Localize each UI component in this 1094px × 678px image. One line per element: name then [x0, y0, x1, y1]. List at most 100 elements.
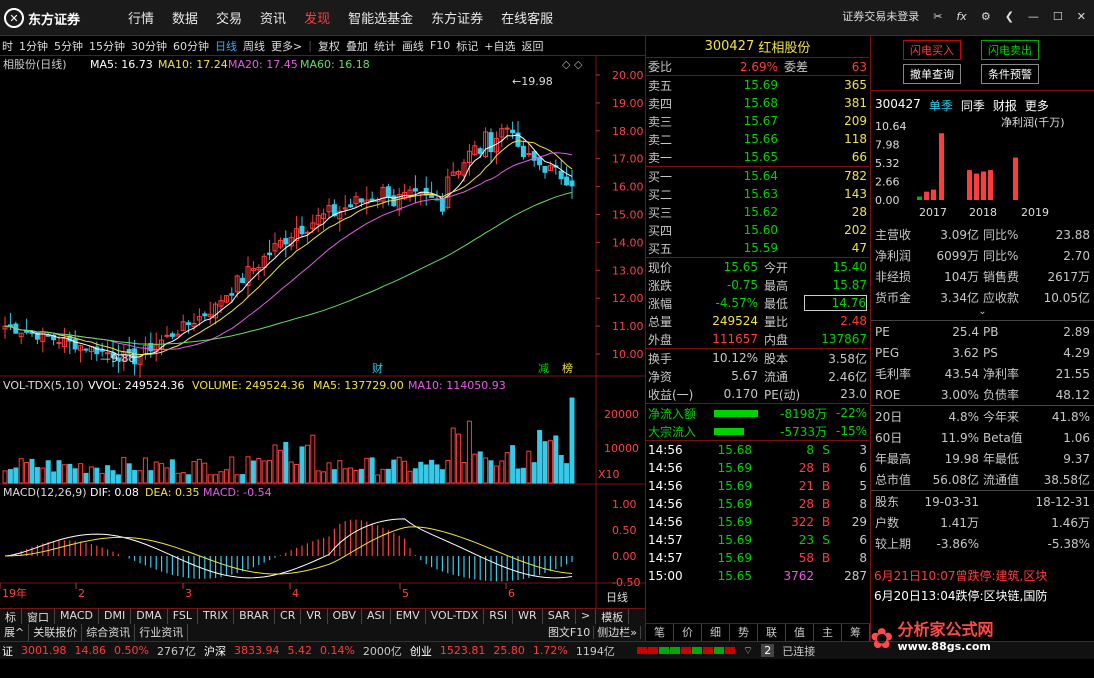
minimize-icon[interactable]: — [1028, 10, 1039, 23]
indicator-tab-11[interactable]: ASI [362, 609, 391, 624]
indicator-tab-16[interactable]: SAR [543, 609, 577, 624]
period-tab-3[interactable]: 15分钟 [89, 38, 125, 54]
indicator-tab-7[interactable]: BRAR [234, 609, 276, 624]
volume-bar [105, 465, 111, 484]
nav-item-7[interactable]: 在线客服 [501, 8, 553, 27]
sub-tab-1[interactable]: 关联报价 [29, 624, 83, 641]
fin-tab-1[interactable]: 同季 [961, 97, 985, 114]
tools-icon[interactable]: ✂ [933, 10, 942, 23]
volume-bar [353, 470, 359, 484]
indicator-tab-8[interactable]: CR [275, 609, 302, 624]
quote-tab-1[interactable]: 价 [674, 624, 702, 641]
back-icon[interactable]: ❮ [1005, 10, 1014, 23]
indicator-tab-18[interactable]: 模板 [596, 609, 630, 624]
volume-bar [283, 441, 289, 484]
cancel-query-button[interactable]: 撤单查询 [903, 64, 961, 84]
indicator-tab-5[interactable]: FSL [168, 609, 198, 624]
indicator-tab-17[interactable]: > [576, 609, 597, 624]
candle-body [488, 132, 494, 153]
tool-button-5[interactable]: 标记 [456, 38, 478, 54]
macd-label: MACD(12,26,9) [3, 486, 87, 499]
period-tab-8[interactable]: 更多> [271, 38, 302, 54]
sub-tab-0[interactable]: 展^ [0, 624, 30, 641]
formula-icon[interactable]: fx [956, 10, 966, 23]
quote-tab-0[interactable]: 笔 [646, 624, 674, 641]
stat-label: 涨幅 [648, 296, 673, 311]
maximize-icon[interactable]: ☐ [1053, 10, 1063, 23]
top-bar: ✕ 东方证券 行情 数据 交易 资讯 发现 智能选基金 东方证券 在线客服 证券交易未登录 ✂… [0, 0, 1094, 36]
gear-icon[interactable]: ⚙ [981, 10, 991, 23]
indicator-tab-3[interactable]: DMI [99, 609, 132, 624]
nav-item-4[interactable]: 发现 [304, 8, 330, 27]
candle-body [229, 293, 235, 296]
news-item[interactable]: 6月21日10:07曾跌停:建筑,区块 [870, 566, 1094, 586]
fin-tab-3[interactable]: 更多 [1025, 97, 1049, 114]
indicator-tab-14[interactable]: RSI [484, 609, 514, 624]
tool-button-4[interactable]: F10 [430, 39, 450, 52]
macd-label: DEA: 0.35 [145, 486, 199, 499]
fin-tab-2[interactable]: 财报 [993, 97, 1017, 114]
nav-item-6[interactable]: 东方证券 [431, 8, 483, 27]
buy-price: 15.63 [743, 187, 778, 201]
quote-tab-7[interactable]: 筹 [842, 624, 870, 641]
sub-tab-3[interactable]: 行业资讯 [135, 624, 189, 641]
fin-tab-0[interactable]: 单季 [929, 97, 953, 114]
sub-tab-2[interactable]: 综合资讯 [82, 624, 136, 641]
tool-button-3[interactable]: 画线 [402, 38, 424, 54]
tool-button-7[interactable]: 返回 [521, 38, 543, 54]
quote-tab-3[interactable]: 势 [730, 624, 758, 641]
indicator-tab-0[interactable]: 标 [0, 609, 22, 624]
news-item[interactable]: 6月20日13:04跌停:区块链,国防 [870, 586, 1094, 606]
period-tab-5[interactable]: 60分钟 [173, 38, 209, 54]
indicator-tab-2[interactable]: MACD [55, 609, 99, 624]
tick-row: 14:56 15.69 28 B 8 [646, 495, 869, 513]
alert-button[interactable]: 条件预警 [981, 64, 1039, 84]
close-icon[interactable]: ✕ [1077, 10, 1086, 23]
flash-sell-button[interactable]: 闪电卖出 [981, 40, 1039, 60]
period-tab-1[interactable]: 1分钟 [19, 38, 48, 54]
indicator-tab-12[interactable]: EMV [391, 609, 426, 624]
top-right-tools: 证券交易未登录 ✂ fx ⚙ ❮ — ☐ ✕ [842, 8, 1086, 24]
candle-body [477, 148, 483, 154]
fin-label: 今年来 [983, 410, 1020, 424]
indicator-tab-10[interactable]: OBV [328, 609, 362, 624]
sub-tab-right-0[interactable]: 图文F10 [544, 626, 595, 639]
candle-body [299, 225, 305, 235]
indicator-tab-9[interactable]: VR [301, 609, 328, 624]
flash-buy-button[interactable]: 闪电买入 [903, 40, 961, 60]
nav-item-3[interactable]: 资讯 [260, 8, 286, 27]
tool-button-1[interactable]: 叠加 [346, 38, 368, 54]
period-tab-4[interactable]: 30分钟 [131, 38, 167, 54]
quote-tab-2[interactable]: 细 [702, 624, 730, 641]
nav-item-5[interactable]: 智能选基金 [348, 8, 413, 27]
fin-row: PE 25.4 PB 2.89 [871, 321, 1094, 342]
sell-orders: 卖五 15.69 365 卖四 15.68 381 卖三 15.67 209 卖二 15.66 118… [646, 76, 869, 167]
quote-tab-5[interactable]: 值 [786, 624, 814, 641]
volume-label: MA5: 137729.00 [313, 379, 404, 392]
indicator-tab-1[interactable]: 窗口 [22, 609, 55, 624]
nav-item-1[interactable]: 数据 [172, 8, 198, 27]
tool-button-0[interactable]: 复权 [318, 38, 340, 54]
period-tab-0[interactable]: 时 [2, 38, 13, 54]
indicator-tab-6[interactable]: TRIX [198, 609, 235, 624]
tool-button-6[interactable]: +自选 [484, 38, 515, 54]
indicator-tab-15[interactable]: WR [513, 609, 543, 624]
indicator-tab-13[interactable]: VOL-TDX [426, 609, 485, 624]
login-status[interactable]: 证券交易未登录 [842, 8, 919, 24]
tool-button-2[interactable]: 统计 [374, 38, 396, 54]
period-tab-6[interactable]: 日线 [215, 38, 237, 54]
vol-unit: X10 [598, 468, 620, 481]
period-tab-2[interactable]: 5分钟 [54, 38, 83, 54]
volume-bar [342, 468, 348, 484]
indicator-tab-4[interactable]: DMA [131, 609, 168, 624]
candle-body [83, 348, 89, 351]
quote-tab-4[interactable]: 联 [758, 624, 786, 641]
sell-label: 卖四 [648, 96, 673, 111]
quote-tab-6[interactable]: 主 [814, 624, 842, 641]
kline-chart-svg[interactable]: 20.0019.0018.0017.0016.0015.0014.0013.00… [0, 56, 645, 608]
sub-tab-right-1[interactable]: 侧边栏» [594, 626, 641, 639]
nav-item-0[interactable]: 行情 [128, 8, 154, 27]
nav-item-2[interactable]: 交易 [216, 8, 242, 27]
period-tab-7[interactable]: 周线 [243, 38, 265, 54]
expand-icon[interactable]: ⌄ [871, 307, 1094, 320]
